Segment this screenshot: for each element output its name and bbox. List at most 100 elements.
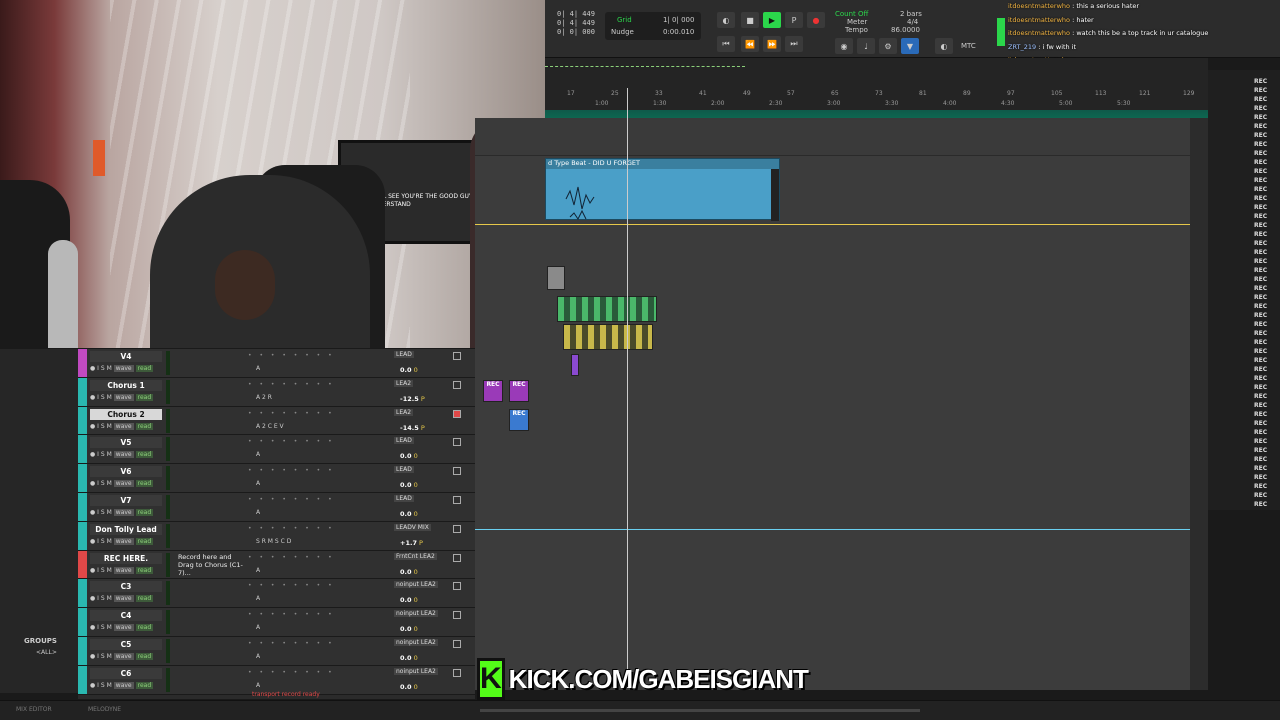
track-io-label[interactable]: LEAD <box>394 351 414 358</box>
insert-slots[interactable]: • • • • • • • • <box>248 381 335 388</box>
sync-icon[interactable]: ◐ <box>935 38 953 54</box>
track-volume-pan[interactable]: 0.0 0 <box>400 654 418 662</box>
track-output-icon[interactable] <box>453 409 461 418</box>
track-color[interactable] <box>78 637 87 665</box>
wait-note-icon[interactable]: ♩ <box>857 38 875 54</box>
insert-names[interactable]: A 2 C E V <box>256 423 284 430</box>
track-mute[interactable]: M <box>107 538 112 545</box>
horizontal-scrollbar[interactable] <box>480 709 920 712</box>
playhead[interactable] <box>627 88 628 688</box>
midi-merge-icon[interactable]: ◉ <box>835 38 853 54</box>
insert-names[interactable]: A <box>256 365 260 372</box>
track-output-icon[interactable] <box>453 582 461 591</box>
track-row[interactable]: C4 ● I S Mwave read • • • • • • • • Anoinput… <box>78 608 475 637</box>
track-io[interactable]: LEADV MIX <box>394 523 446 531</box>
track-volume-pan[interactable]: 0.0 0 <box>400 683 418 691</box>
track-input-monitor[interactable]: I <box>97 365 99 372</box>
track-io[interactable]: LEA2 <box>394 408 446 416</box>
insert-slots[interactable]: • • • • • • • • <box>248 554 335 561</box>
track-color[interactable] <box>78 493 87 521</box>
insert-names[interactable]: A <box>256 509 260 516</box>
automation-mode[interactable]: read <box>135 537 154 545</box>
track-mute[interactable]: M <box>107 480 112 487</box>
track-solo[interactable]: S <box>101 624 105 631</box>
track-solo[interactable]: S <box>101 394 105 401</box>
track-record-enable[interactable]: ● <box>90 595 95 602</box>
track-record-enable[interactable]: ● <box>90 480 95 487</box>
automation-mode[interactable]: read <box>135 509 154 516</box>
track-io-label[interactable]: noinput LEA2 <box>394 667 438 675</box>
track-output-icon[interactable] <box>453 553 461 562</box>
track-row[interactable]: C5 ● I S Mwave read • • • • • • • • Anoinput… <box>78 637 475 666</box>
audio-clip[interactable] <box>547 266 565 290</box>
track-volume[interactable]: -12.5 <box>400 395 419 403</box>
track-solo[interactable]: S <box>101 595 105 602</box>
track-mute[interactable]: M <box>107 595 112 602</box>
track-io-label[interactable]: LEADV MIX <box>394 523 431 531</box>
track-color[interactable] <box>78 377 87 406</box>
track-row[interactable]: Chorus 2 ● I S Mwave read • • • • • • • • A … <box>78 406 475 436</box>
track-row[interactable]: V6 ● I S Mwave read • • • • • • • • A LEAD 0.0… <box>78 464 475 493</box>
track-view-selector[interactable]: wave <box>113 365 134 372</box>
track-solo[interactable]: S <box>101 567 105 574</box>
chat-username[interactable]: ZRT_219 <box>1008 43 1036 51</box>
track-pan[interactable]: 0 <box>414 625 418 633</box>
chat-username[interactable]: itdoesntmatterwho <box>1008 16 1070 24</box>
insert-slots[interactable]: • • • • • • • • <box>248 410 335 417</box>
track-output-icon[interactable] <box>453 467 461 476</box>
track-row[interactable]: V4 ● I S Mwave read • • • • • • • • A LEAD 0.0… <box>78 349 475 378</box>
track-mute[interactable]: M <box>107 423 112 430</box>
track-input-monitor[interactable]: I <box>97 480 99 487</box>
track-color[interactable] <box>78 349 87 377</box>
track-record-enable[interactable]: ● <box>90 682 95 689</box>
track-view-selector[interactable]: wave <box>113 566 134 574</box>
track-output-icon[interactable] <box>453 524 461 533</box>
track-input-monitor[interactable]: I <box>97 595 99 602</box>
track-color[interactable] <box>78 435 87 464</box>
track-solo[interactable]: S <box>101 538 105 545</box>
track-output-icon[interactable] <box>453 668 461 677</box>
track-output-icon[interactable] <box>453 640 461 648</box>
track-color[interactable] <box>78 579 87 608</box>
track-pan[interactable]: 0 <box>414 683 418 691</box>
click-icon[interactable]: ▼ <box>901 38 919 54</box>
track-row[interactable]: V5 ● I S Mwave read • • • • • • • • A LEAD 0.0… <box>78 435 475 465</box>
insert-slots[interactable]: • • • • • • • • <box>248 467 335 474</box>
track-io[interactable]: LEA2 <box>394 379 446 387</box>
track-color[interactable] <box>78 521 87 550</box>
track-name[interactable]: REC HERE. <box>90 552 162 564</box>
conductor-icon[interactable]: ⚙ <box>879 38 897 54</box>
track-pan[interactable]: 0 <box>414 568 418 576</box>
track-row[interactable]: Chorus 1 ● I S Mwave read • • • • • • • • A … <box>78 377 475 407</box>
track-volume[interactable]: 0.0 <box>400 683 412 691</box>
automation-mode[interactable]: read <box>135 480 154 488</box>
track-name[interactable]: Chorus 2 <box>90 408 162 420</box>
track-mute[interactable]: M <box>107 365 112 372</box>
loop-icon[interactable]: ◐ <box>717 12 735 28</box>
track-solo[interactable]: S <box>101 480 105 487</box>
track-row[interactable]: V7 ● I S Mwave read • • • • • • • • A LEAD 0.0… <box>78 493 475 522</box>
track-volume[interactable]: 0.0 <box>400 366 412 374</box>
track-io[interactable]: noinput LEA2 <box>394 610 446 618</box>
track-input-monitor[interactable]: I <box>97 394 99 401</box>
track-mute[interactable]: M <box>107 509 112 516</box>
meter-value[interactable]: 4/4 <box>907 18 918 26</box>
track-pan[interactable]: 0 <box>414 452 418 460</box>
count-off-label[interactable]: Count Off <box>835 10 868 18</box>
track-input-monitor[interactable]: I <box>97 567 99 574</box>
insert-names[interactable]: A <box>256 595 260 602</box>
insert-slots[interactable]: • • • • • • • • <box>248 525 335 532</box>
insert-slots[interactable]: • • • • • • • • <box>248 669 335 676</box>
automation-mode[interactable]: read <box>135 624 154 632</box>
track-solo[interactable]: S <box>101 682 105 689</box>
track-view-selector[interactable]: wave <box>113 422 134 430</box>
track-record-enable[interactable]: ● <box>90 509 95 516</box>
track-view-selector[interactable]: wave <box>113 653 134 660</box>
clip-fade[interactable] <box>771 169 779 221</box>
track-volume[interactable]: 0.0 <box>400 510 412 518</box>
track-mute[interactable]: M <box>107 624 112 631</box>
track-io-label[interactable]: noinput LEA2 <box>394 581 438 589</box>
edit-window[interactable]: d Type Beat - DID U FORGET REC REC REC <box>475 88 1208 690</box>
beat-clip[interactable]: d Type Beat - DID U FORGET <box>545 158 780 221</box>
chat-username[interactable]: itdoesntmatterwho <box>1008 2 1070 10</box>
